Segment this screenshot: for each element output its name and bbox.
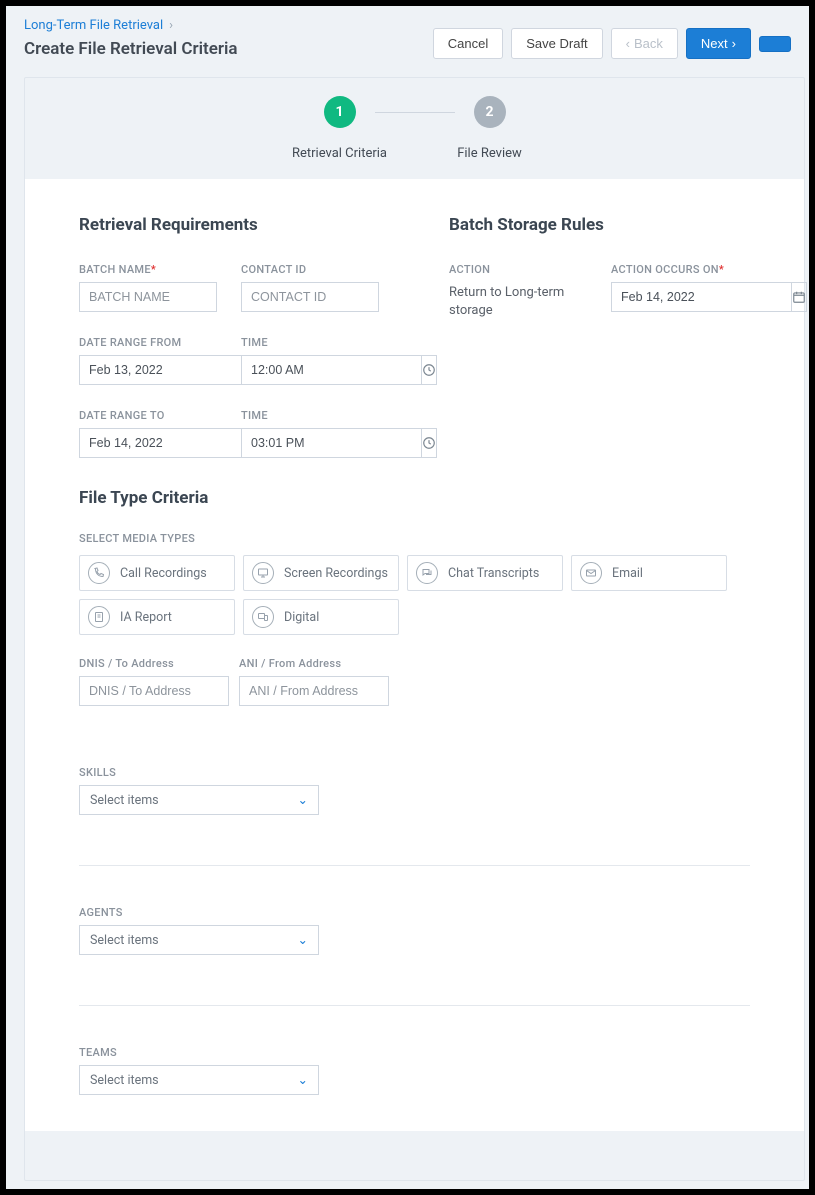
wizard-step-1[interactable]: 1 Retrieval Criteria: [265, 96, 415, 161]
ani-input[interactable]: [239, 676, 389, 706]
section-batch-storage-rules: Batch Storage Rules: [449, 215, 750, 235]
step-label-2: File Review: [457, 146, 522, 161]
media-tile-label: Email: [612, 566, 643, 581]
chevron-right-icon: ›: [169, 18, 173, 33]
field-skills: SKILLS Select items ⌄: [79, 766, 750, 815]
field-contact-id: CONTACT ID: [241, 263, 379, 312]
field-teams: TEAMS Select items ⌄: [79, 1046, 750, 1095]
media-types-label: SELECT MEDIA TYPES: [79, 532, 750, 545]
overflow-button[interactable]: [759, 36, 791, 52]
media-tile-label: IA Report: [120, 610, 172, 625]
action-value: Return to Long-term storage: [449, 282, 587, 320]
phone-icon: [88, 562, 110, 584]
field-date-from: DATE RANGE FROM: [79, 336, 217, 385]
media-tile-label: Call Recordings: [120, 566, 207, 581]
skills-select[interactable]: Select items ⌄: [79, 785, 319, 815]
media-tile-label: Digital: [284, 610, 319, 625]
field-time-from: TIME: [241, 336, 379, 385]
chevron-down-icon: ⌄: [298, 1072, 308, 1088]
back-button-label: Back: [634, 36, 663, 51]
report-icon: [88, 606, 110, 628]
chevron-left-icon: ‹: [626, 36, 630, 51]
toolbar: Cancel Save Draft ‹ Back Next ›: [433, 18, 791, 59]
devices-icon: [252, 606, 274, 628]
time-to-input[interactable]: [241, 428, 421, 458]
wizard-step-2[interactable]: 2 File Review: [415, 96, 565, 161]
next-button-label: Next: [701, 36, 728, 51]
agents-select[interactable]: Select items ⌄: [79, 925, 319, 955]
media-tile-label: Screen Recordings: [284, 566, 388, 581]
media-tile-digital[interactable]: Digital: [243, 599, 399, 635]
select-placeholder: Select items: [90, 933, 159, 948]
media-tile-chat-transcripts[interactable]: Chat Transcripts: [407, 555, 563, 591]
breadcrumb-parent[interactable]: Long-Term File Retrieval: [24, 18, 163, 33]
field-action-occurs: ACTION OCCURS ON*: [611, 263, 749, 320]
media-tile-call-recordings[interactable]: Call Recordings: [79, 555, 235, 591]
section-file-type-criteria: File Type Criteria: [79, 488, 750, 508]
page-title: Create File Retrieval Criteria: [24, 39, 238, 59]
monitor-icon: [252, 562, 274, 584]
back-button: ‹ Back: [611, 28, 678, 59]
breadcrumb: Long-Term File Retrieval ›: [24, 18, 238, 33]
chevron-down-icon: ⌄: [298, 932, 308, 948]
mail-icon: [580, 562, 602, 584]
divider: [79, 865, 750, 866]
media-tile-label: Chat Transcripts: [448, 566, 539, 581]
field-dnis: DNIS / To Address: [79, 657, 229, 706]
chevron-right-icon: ›: [732, 36, 736, 51]
chevron-down-icon: ⌄: [298, 792, 308, 808]
action-occurs-input[interactable]: [611, 282, 791, 312]
step-label-1: Retrieval Criteria: [292, 146, 387, 161]
field-ani: ANI / From Address: [239, 657, 389, 706]
clock-icon[interactable]: [421, 355, 437, 385]
field-agents: AGENTS Select items ⌄: [79, 906, 750, 955]
section-retrieval-requirements: Retrieval Requirements: [79, 215, 399, 235]
date-from-input[interactable]: [79, 355, 259, 385]
date-to-input[interactable]: [79, 428, 259, 458]
next-button[interactable]: Next ›: [686, 28, 751, 59]
time-from-input[interactable]: [241, 355, 421, 385]
wizard-steps: 1 Retrieval Criteria 2 File Review: [25, 78, 804, 179]
divider: [79, 1005, 750, 1006]
select-placeholder: Select items: [90, 1073, 159, 1088]
field-time-to: TIME: [241, 409, 379, 458]
contact-id-input[interactable]: [241, 282, 379, 312]
cancel-button[interactable]: Cancel: [433, 28, 503, 59]
step-circle-2: 2: [474, 96, 506, 128]
batch-name-input[interactable]: [79, 282, 217, 312]
calendar-icon[interactable]: [791, 282, 807, 312]
chat-icon: [416, 562, 438, 584]
field-date-to: DATE RANGE TO: [79, 409, 217, 458]
field-batch-name: BATCH NAME*: [79, 263, 217, 312]
select-placeholder: Select items: [90, 793, 159, 808]
field-action: ACTION Return to Long-term storage: [449, 263, 587, 320]
dnis-input[interactable]: [79, 676, 229, 706]
save-draft-button[interactable]: Save Draft: [511, 28, 602, 59]
media-tile-email[interactable]: Email: [571, 555, 727, 591]
step-circle-1: 1: [324, 96, 356, 128]
clock-icon[interactable]: [421, 428, 437, 458]
media-tile-screen-recordings[interactable]: Screen Recordings: [243, 555, 399, 591]
teams-select[interactable]: Select items ⌄: [79, 1065, 319, 1095]
media-tile-ia-report[interactable]: IA Report: [79, 599, 235, 635]
